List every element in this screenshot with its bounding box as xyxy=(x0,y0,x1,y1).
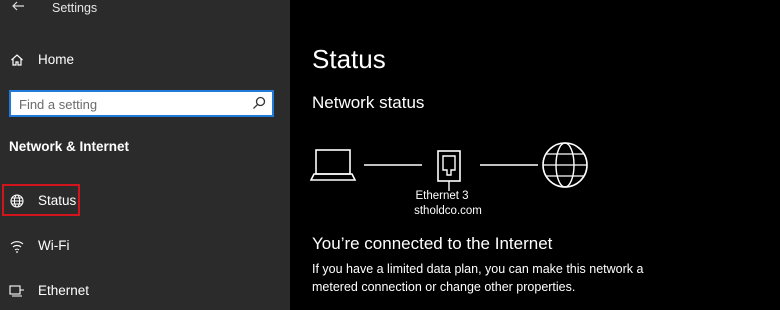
title-bar: Settings xyxy=(0,0,290,18)
arrow-left-icon[interactable] xyxy=(10,0,26,14)
search-box[interactable] xyxy=(9,90,274,117)
wifi-icon xyxy=(9,238,25,254)
sidebar-item-label: Wi-Fi xyxy=(38,238,70,253)
nav-home[interactable]: Home xyxy=(0,46,290,74)
network-name: stholdco.com xyxy=(414,205,482,217)
sidebar: Settings Home Network & Internet Status xyxy=(0,0,290,310)
adapter-name: Ethernet 3 xyxy=(415,190,469,202)
sidebar-item-wifi[interactable]: Wi-Fi xyxy=(0,229,290,263)
network-status-heading: Network status xyxy=(312,93,425,112)
connection-heading: You’re connected to the Internet xyxy=(312,234,553,253)
section-title: Network & Internet xyxy=(9,139,130,154)
sidebar-item-ethernet[interactable]: Ethernet xyxy=(0,274,290,308)
ethernet-port-icon xyxy=(437,150,461,191)
home-icon xyxy=(10,53,24,67)
connection-description: If you have a limited data plan, you can… xyxy=(312,262,644,294)
page-title: Status xyxy=(312,44,386,74)
sidebar-item-label: Ethernet xyxy=(38,283,90,298)
globe-icon xyxy=(9,193,25,209)
search-input[interactable] xyxy=(19,95,249,113)
search-icon[interactable] xyxy=(252,96,266,110)
sidebar-item-status[interactable]: Status xyxy=(0,184,290,218)
app-title: Settings xyxy=(52,1,98,15)
main-content: Status Network status Ethernet 3 stholdc… xyxy=(290,0,780,310)
ethernet-icon xyxy=(9,283,25,299)
nav-home-label: Home xyxy=(38,52,75,67)
laptop-icon xyxy=(310,149,357,181)
globe-icon xyxy=(542,142,588,188)
sidebar-item-label: Status xyxy=(38,193,77,208)
